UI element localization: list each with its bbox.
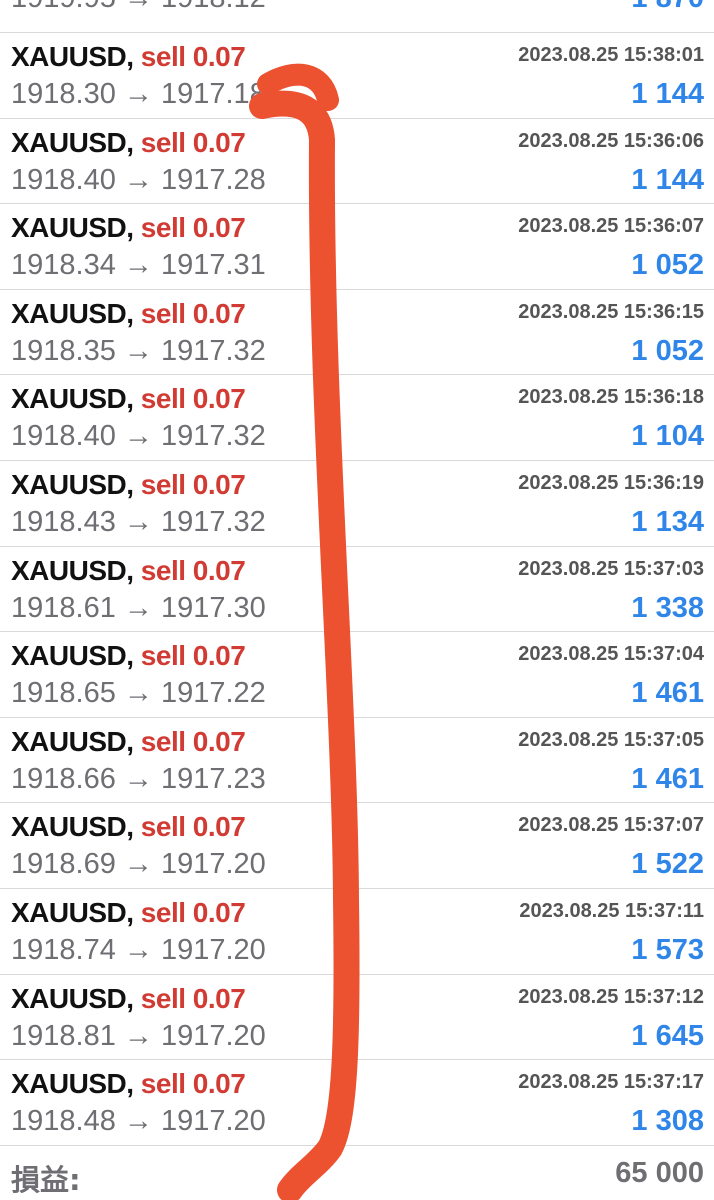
profit-label: 損益: [11, 1163, 81, 1197]
trade-prices: 1918.81 → 1917.20 [11, 1019, 266, 1052]
trade-symbol: XAUUSD, sell 0.07 [11, 383, 246, 415]
trade-time: 2023.08.25 15:37:03 [518, 557, 704, 580]
trade-side: sell 0.07 [140, 640, 246, 672]
trade-prices: 1918.69 → 1917.20 [11, 848, 266, 881]
trade-prices: 1918.48 → 1917.20 [11, 1105, 266, 1138]
symbol-text: XAUUSD, [11, 640, 134, 672]
symbol-text: XAUUSD, [11, 383, 134, 415]
trade-prices: 1918.34 → 1917.31 [11, 249, 266, 282]
trade-prices: 1918.30 → 1917.18 [11, 78, 266, 110]
symbol-text: XAUUSD, [11, 811, 134, 843]
trade-row[interactable]: XAUUSD, sell 0.07 2023.08.25 15:37:12 1918… [0, 975, 714, 1061]
trade-prices: 1918.65 → 1917.22 [11, 677, 266, 710]
symbol-text: XAUUSD, [11, 725, 134, 757]
trade-time: 2023.08.25 15:36:18 [518, 386, 704, 409]
trade-side: sell 0.07 [140, 725, 246, 757]
trade-side: sell 0.07 [140, 126, 246, 158]
trade-profit: 1 645 [631, 1019, 704, 1052]
symbol-text: XAUUSD, [11, 554, 134, 586]
trade-time: 2023.08.25 15:36:19 [518, 472, 704, 494]
trade-side: sell 0.07 [140, 897, 246, 928]
trade-prices: 1918.74 → 1917.20 [11, 934, 266, 966]
trade-row[interactable]: XAUUSD, sell 0.07 2023.08.25 15:36:06 1918… [0, 119, 714, 205]
trade-side: sell 0.07 [140, 41, 246, 72]
trade-symbol: XAUUSD, sell 0.07 [11, 126, 246, 159]
trade-row[interactable]: XAUUSD, sell 0.07 2023.08.25 15:37:07 1918… [0, 803, 714, 889]
trade-symbol: XAUUSD, sell 0.07 [11, 469, 246, 501]
trade-row[interactable]: XAUUSD, sell 0.07 2023.08.25 15:37:17 1918… [0, 1060, 714, 1146]
trade-profit: 1 308 [631, 1105, 704, 1138]
trade-profit: 1 052 [631, 249, 704, 282]
trade-symbol: XAUUSD, sell 0.07 [11, 897, 246, 929]
trade-symbol: XAUUSD, sell 0.07 [11, 982, 246, 1015]
symbol-text: XAUUSD, [11, 126, 134, 158]
trade-row[interactable]: XAUUSD, sell 0.07 2023.08.25 15:36:07 1918… [0, 204, 714, 290]
trade-profit: 1 052 [631, 334, 704, 367]
trade-row[interactable]: XAUUSD, sell 0.07 2023.08.25 15:38:01 1918… [0, 33, 714, 119]
trade-symbol: XAUUSD, sell 0.07 [11, 640, 246, 672]
trade-profit: 1 104 [631, 420, 704, 453]
symbol-text: XAUUSD, [11, 897, 134, 928]
trade-row[interactable]: XAUUSD, sell 0.07 2023.08.25 15:37:05 1918… [0, 718, 714, 804]
trade-time: 2023.08.25 15:37:11 [519, 900, 704, 922]
trade-side: sell 0.07 [140, 297, 246, 329]
trade-time: 2023.08.25 15:37:04 [518, 643, 704, 666]
trade-symbol: XAUUSD, sell 0.07 [11, 554, 246, 587]
symbol-text: XAUUSD, [11, 469, 134, 500]
trade-time: 2023.08.25 15:37:07 [518, 814, 704, 837]
profit-total: 65 000 [615, 1157, 704, 1189]
trade-profit: 1 870 [631, 0, 704, 15]
trade-time: 2023.08.25 15:37:17 [518, 1071, 704, 1094]
trade-side: sell 0.07 [140, 982, 246, 1014]
trade-profit: 1 461 [631, 677, 704, 710]
trade-time: 2023.08.25 15:36:07 [518, 215, 704, 238]
trade-time: 2023.08.25 15:36:06 [518, 129, 704, 152]
trade-symbol: XAUUSD, sell 0.07 [11, 811, 246, 843]
trade-row[interactable]: XAUUSD, sell 0.07 2023.08.25 15:37:03 1918… [0, 547, 714, 633]
trade-prices: 1919.95 → 1918.12 [11, 0, 266, 15]
trade-symbol: XAUUSD, sell 0.07 [11, 1068, 246, 1100]
trade-row[interactable]: XAUUSD, sell 0.07 2023.08.25 15:36:18 1918… [0, 375, 714, 461]
symbol-text: XAUUSD, [11, 297, 134, 329]
trade-symbol: XAUUSD, sell 0.07 [11, 725, 246, 758]
trade-time: 2023.08.25 15:38:01 [518, 44, 704, 66]
trade-profit: 1 144 [631, 78, 704, 110]
trade-profit: 1 338 [631, 591, 704, 624]
symbol-text: XAUUSD, [11, 212, 134, 244]
trade-side: sell 0.07 [140, 554, 246, 586]
trade-side: sell 0.07 [140, 212, 246, 244]
trade-row[interactable]: XAUUSD, sell 0.07 2023.08.25 15:37:04 1918… [0, 632, 714, 718]
trade-profit: 1 134 [631, 506, 704, 538]
trade-prices: 1918.66 → 1917.23 [11, 762, 266, 795]
trade-prices: 1918.61 → 1917.30 [11, 591, 266, 624]
trade-profit: 1 573 [631, 934, 704, 966]
symbol-text: XAUUSD, [11, 982, 134, 1014]
trade-profit: 1 522 [631, 848, 704, 881]
symbol-text: XAUUSD, [11, 1068, 134, 1100]
trade-prices: 1918.40 → 1917.28 [11, 163, 266, 196]
trade-side: sell 0.07 [140, 469, 246, 500]
profit-summary: 損益: 65 000 [0, 1147, 714, 1200]
trade-symbol: XAUUSD, sell 0.07 [11, 297, 246, 330]
trade-time: 2023.08.25 15:37:05 [518, 728, 704, 751]
trade-prices: 1918.43 → 1917.32 [11, 506, 266, 538]
trade-prices: 1918.40 → 1917.32 [11, 420, 266, 453]
trade-symbol: XAUUSD, sell 0.07 [11, 212, 246, 244]
trade-symbol: XAUUSD, sell 0.07 [11, 41, 246, 73]
trade-side: sell 0.07 [140, 811, 246, 843]
trade-time: 2023.08.25 15:36:15 [518, 300, 704, 323]
trade-row[interactable]: XAUUSD, sell 0.07 2023.08.25 15:37:11 1918… [0, 889, 714, 975]
trade-profit: 1 461 [631, 762, 704, 795]
trade-profit: 1 144 [631, 163, 704, 196]
trade-time: 2023.08.25 15:37:12 [518, 985, 704, 1008]
trade-row[interactable]: XAUUSD, sell 0.07 2023.08.25 15:36:19 1918… [0, 461, 714, 547]
symbol-text: XAUUSD, [11, 41, 134, 72]
trade-row[interactable]: 1919.95 → 1918.12 1 870 [0, 0, 714, 33]
trade-side: sell 0.07 [140, 1068, 246, 1100]
trade-prices: 1918.35 → 1917.32 [11, 334, 266, 367]
trade-row[interactable]: XAUUSD, sell 0.07 2023.08.25 15:36:15 1918… [0, 290, 714, 376]
trade-side: sell 0.07 [140, 383, 246, 415]
